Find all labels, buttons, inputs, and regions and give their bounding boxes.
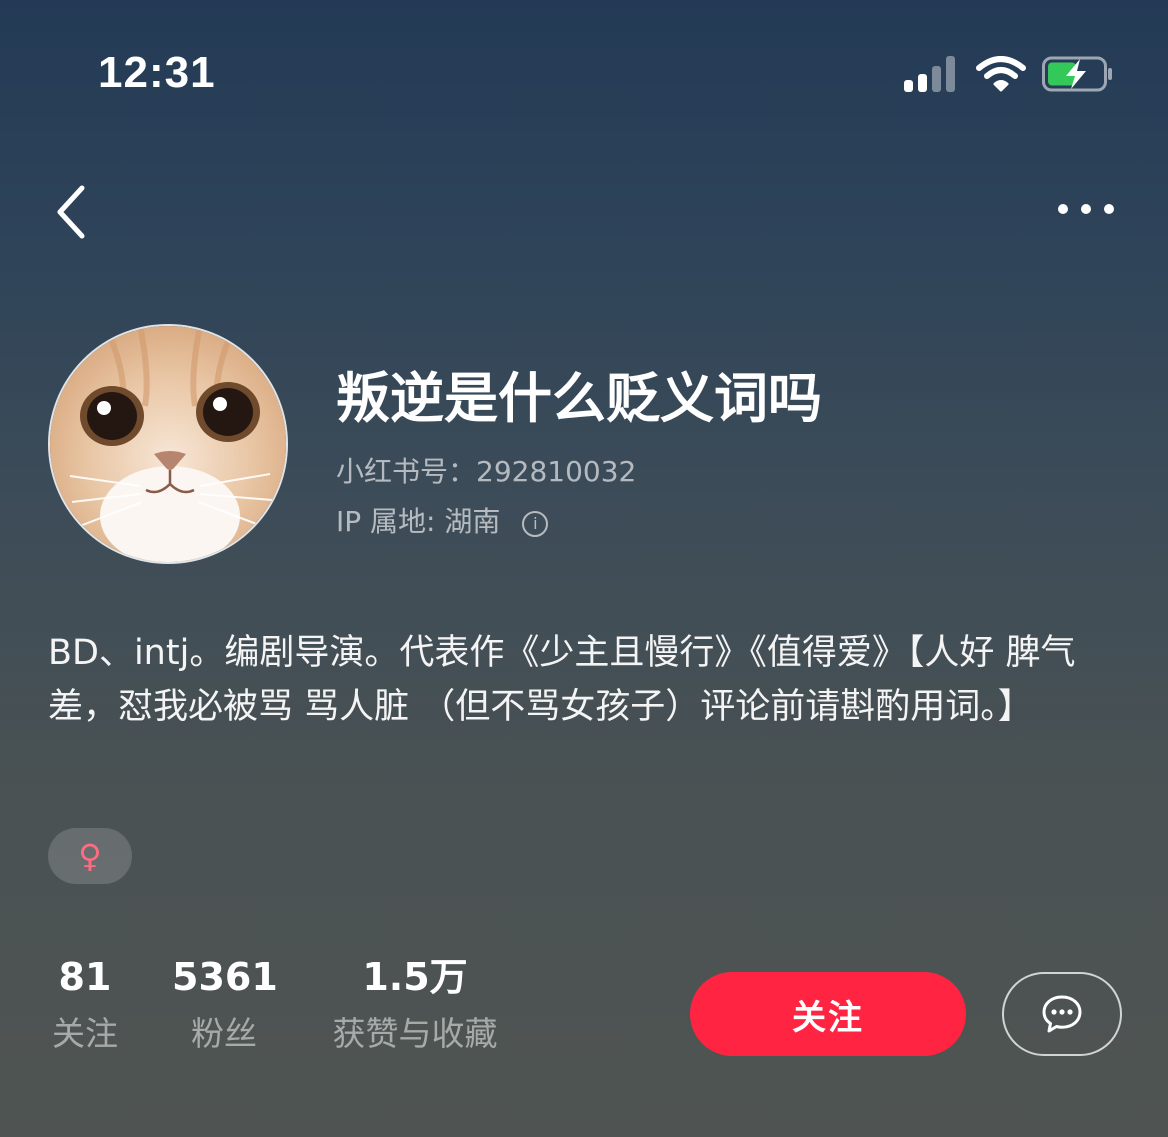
back-button[interactable] [50, 180, 94, 244]
stat-likes[interactable]: 1.5万 获赞与收藏 [322, 952, 508, 1066]
stat-followers[interactable]: 5361 粉丝 [172, 952, 278, 1066]
username: 叛逆是什么贬义词吗 [336, 367, 822, 430]
ip-location: IP 属地: 湖南 [336, 505, 501, 538]
stat-followers-label: 粉丝 [191, 1014, 257, 1053]
stat-following-label: 关注 [52, 1014, 118, 1053]
ip-location-row: IP 属地: 湖南 i [336, 500, 549, 540]
wifi-icon [976, 56, 1026, 92]
avatar[interactable] [48, 324, 288, 564]
stat-likes-label: 获赞与收藏 [332, 1014, 498, 1053]
stat-likes-value: 1.5万 [362, 955, 468, 999]
message-button[interactable] [1002, 972, 1122, 1056]
gender-tag: ♀ [48, 828, 132, 884]
bio: BD、intj。编剧导演。代表作《少主且慢行》《值得爱》【人好 脾气差，怼我必被… [48, 633, 1076, 727]
battery-charging-icon [1042, 56, 1112, 92]
info-icon[interactable]: i [522, 511, 549, 537]
female-icon: ♀ [78, 837, 102, 875]
cat-face-avatar [50, 326, 286, 562]
user-id: 小红书号：292810032 [336, 455, 637, 488]
profile-screen: 12:31 叛逆是什么贬义词吗 小红书号：292810032 IP 属地: 湖南… [0, 0, 1168, 1137]
more-options-button[interactable] [1050, 192, 1122, 228]
stat-followers-value: 5361 [172, 955, 278, 999]
follow-button[interactable]: 关注 [690, 972, 966, 1056]
stat-following-value: 81 [58, 955, 112, 999]
stat-following[interactable]: 81 关注 [48, 952, 122, 1066]
status-time: 12:31 [98, 48, 216, 97]
chat-bubble-icon [1042, 995, 1082, 1033]
cellular-signal-icon [904, 54, 958, 92]
